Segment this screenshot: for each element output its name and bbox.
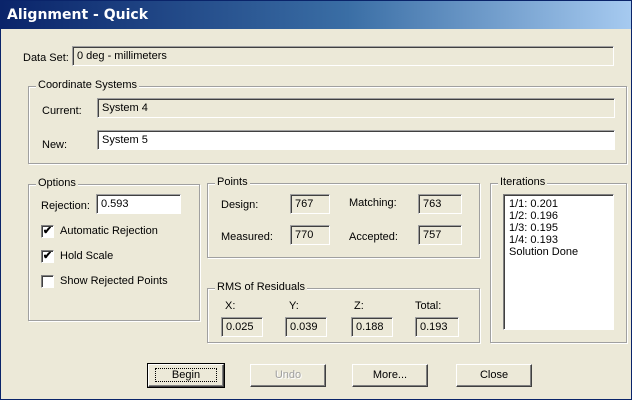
- design-label: Design:: [221, 199, 259, 211]
- hold-scale-label: Hold Scale: [60, 250, 114, 262]
- matching-value: 763: [418, 194, 462, 214]
- undo-button[interactable]: Undo: [250, 364, 326, 387]
- current-system-field: System 4: [97, 98, 615, 118]
- rms-x-value: 0.025: [221, 317, 263, 337]
- window-title: Alignment - Quick: [7, 7, 148, 23]
- measured-value: 770: [290, 225, 330, 245]
- more-button[interactable]: More...: [352, 364, 428, 387]
- data-set-label: Data Set:: [23, 52, 69, 64]
- automatic-rejection-label: Automatic Rejection: [60, 225, 158, 237]
- begin-button-label: Begin: [154, 368, 218, 382]
- iterations-listbox[interactable]: 1/1: 0.201 1/2: 0.196 1/3: 0.195 1/4: 0.…: [503, 194, 614, 330]
- title-bar[interactable]: Alignment - Quick: [1, 1, 631, 29]
- show-rejected-points-checkbox[interactable]: [41, 275, 54, 288]
- close-button[interactable]: Close: [456, 364, 532, 387]
- begin-button[interactable]: Begin: [147, 363, 225, 388]
- list-item[interactable]: 1/1: 0.201: [509, 198, 608, 210]
- checkmark-icon: ✔: [42, 225, 53, 237]
- design-value: 767: [290, 194, 330, 214]
- list-item[interactable]: 1/4: 0.193: [509, 234, 608, 246]
- new-system-input[interactable]: System 5: [97, 130, 615, 150]
- rms-z-value: 0.188: [351, 317, 393, 337]
- rms-x-label: X:: [225, 300, 236, 312]
- list-item[interactable]: 1/3: 0.195: [509, 222, 608, 234]
- points-title: Points: [215, 176, 250, 188]
- coordinate-systems-title: Coordinate Systems: [36, 79, 140, 91]
- current-system-label: Current:: [42, 105, 82, 117]
- measured-label: Measured:: [221, 231, 273, 243]
- show-rejected-points-label: Show Rejected Points: [60, 275, 168, 287]
- hold-scale-checkbox[interactable]: ✔: [41, 250, 54, 263]
- matching-label: Matching:: [349, 197, 397, 209]
- alignment-quick-dialog: Alignment - Quick Data Set: 0 deg - mill…: [0, 0, 632, 400]
- rms-residuals-title: RMS of Residuals: [215, 281, 308, 293]
- rms-y-label: Y:: [289, 300, 299, 312]
- rms-y-value: 0.039: [285, 317, 327, 337]
- accepted-value: 757: [418, 225, 462, 245]
- data-set-field: 0 deg - millimeters: [72, 46, 614, 66]
- options-title: Options: [36, 177, 78, 189]
- checkmark-icon: ✔: [42, 250, 53, 262]
- new-system-label: New:: [42, 139, 68, 151]
- rejection-label: Rejection:: [41, 200, 90, 212]
- iterations-title: Iterations: [498, 176, 548, 188]
- rms-total-label: Total:: [415, 300, 442, 312]
- rms-z-label: Z:: [354, 300, 364, 312]
- accepted-label: Accepted:: [349, 231, 398, 243]
- list-item[interactable]: 1/2: 0.196: [509, 210, 608, 222]
- automatic-rejection-checkbox[interactable]: ✔: [41, 225, 54, 238]
- list-item[interactable]: Solution Done: [509, 246, 608, 258]
- rejection-input[interactable]: 0.593: [96, 194, 181, 214]
- rms-total-value: 0.193: [415, 317, 459, 337]
